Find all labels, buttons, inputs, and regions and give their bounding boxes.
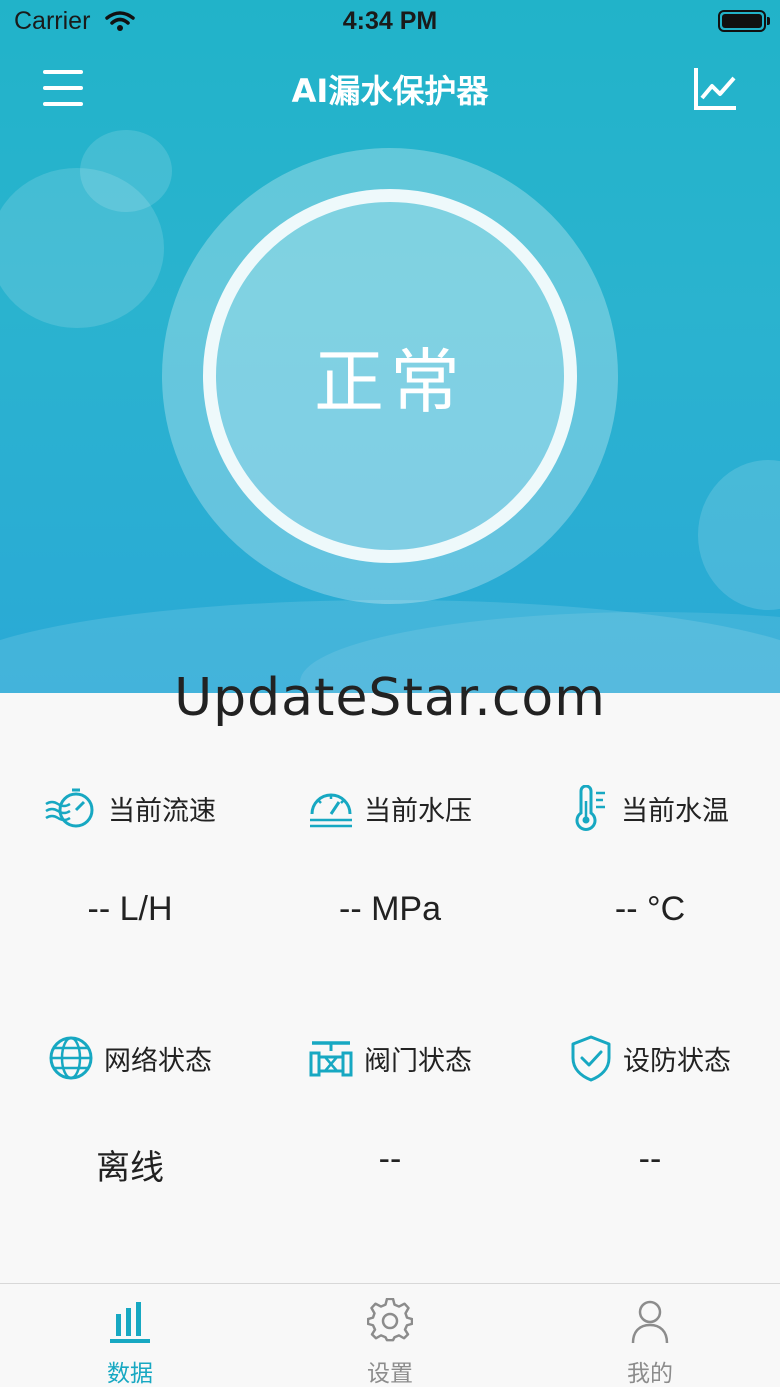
shield-check-icon [571,1035,611,1082]
metric-valve-status: 阀门状态 -- [260,1028,520,1179]
decor-bubble [80,130,172,212]
line-chart-icon[interactable] [692,64,740,112]
metric-value: -- MPa [339,890,441,928]
metric-flow-speed: 当前流速 -- L/H [0,778,260,929]
metric-temperature: 当前水温 -- °C [520,778,780,929]
bar-chart-icon [110,1302,150,1343]
metric-arm-status: 设防状态 -- [520,1028,780,1179]
tab-settings[interactable]: 设置 [260,1284,520,1387]
status-bar: Carrier 4:34 PM [0,0,780,44]
tab-label: 设置 [367,1361,413,1387]
tab-data[interactable]: 数据 [0,1284,260,1387]
user-icon [631,1300,669,1344]
valve-icon [309,1041,353,1077]
metric-label: 设防状态 [623,1045,731,1077]
flow-speed-icon [45,788,94,828]
battery-icon [718,10,770,32]
leak-status-text: 正常 [314,340,466,423]
page-title: AI漏水保护器 [291,72,489,110]
thermometer-icon [575,785,605,831]
metric-value: -- [638,1140,662,1178]
tab-bar: 数据 设置 我的 [0,1283,780,1387]
globe-icon [49,1036,93,1080]
watermark-text: UpdateStar.com [174,668,606,728]
tab-label: 我的 [627,1361,673,1387]
metric-label: 当前流速 [108,795,216,827]
metric-value: -- °C [614,890,686,928]
clock-time: 4:34 PM [342,7,438,35]
metric-value: -- [378,1140,402,1178]
tab-profile[interactable]: 我的 [520,1284,780,1387]
metric-label: 网络状态 [104,1045,212,1077]
metric-label: 当前水压 [364,795,472,827]
metric-value: 离线 [96,1148,164,1188]
decor-bubble [698,460,780,610]
metric-value: -- L/H [87,890,173,928]
gear-icon [367,1298,413,1342]
nav-bar: AI漏水保护器 [0,44,780,132]
metric-pressure: 当前水压 -- MPa [260,778,520,929]
pressure-gauge-icon [310,793,352,828]
metric-label: 阀门状态 [364,1045,472,1077]
tab-label: 数据 [107,1361,153,1387]
metric-label: 当前水温 [621,795,729,827]
status-ring: 正常 [203,189,577,563]
metric-network-status: 网络状态 离线 [0,1028,260,1189]
